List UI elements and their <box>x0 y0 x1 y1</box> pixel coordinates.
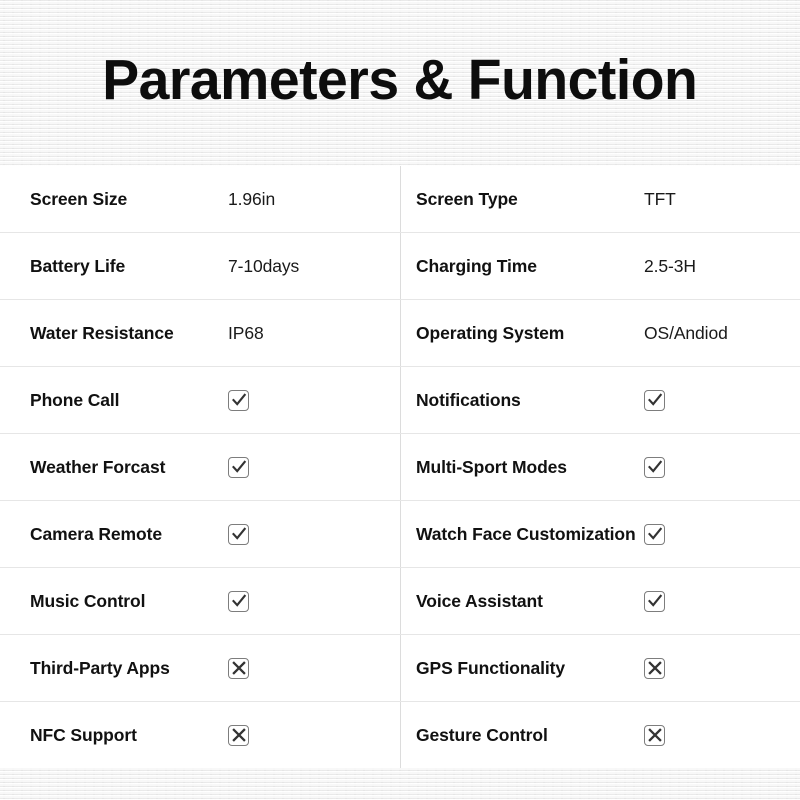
spec-label: NFC Support <box>30 724 137 745</box>
spec-label: Weather Forcast <box>30 456 166 477</box>
table-cell-right: Multi-Sport Modes <box>400 434 800 500</box>
table-cell-right: Operating System OS/Andiod <box>400 300 800 366</box>
page-header: Parameters & Function <box>0 0 800 166</box>
spec-sheet-page: Parameters & Function Screen Size 1.96in S… <box>0 0 800 800</box>
spec-value: OS/Andiod <box>644 322 728 343</box>
checkbox-checked-icon <box>228 523 249 545</box>
spec-value <box>228 657 249 679</box>
spec-label: Battery Life <box>30 255 126 276</box>
spec-label: Multi-Sport Modes <box>416 456 567 477</box>
spec-value <box>644 456 665 478</box>
table-cell-left: Weather Forcast <box>0 434 400 500</box>
spec-label: Charging Time <box>416 255 537 276</box>
checkbox-checked-icon <box>644 590 665 612</box>
spec-label: Music Control <box>30 590 146 611</box>
checkbox-checked-icon <box>644 456 665 478</box>
spec-value <box>228 389 249 411</box>
spec-label: Phone Call <box>30 389 120 410</box>
spec-value <box>644 657 665 679</box>
checkbox-checked-icon <box>228 456 249 478</box>
table-cell-right: Notifications <box>400 367 800 433</box>
table-cell-left: Screen Size 1.96in <box>0 166 400 232</box>
spec-value <box>228 724 249 746</box>
table-cell-right: Watch Face Customization <box>400 501 800 567</box>
spec-label: Camera Remote <box>30 523 162 544</box>
checkbox-crossed-icon <box>644 657 665 679</box>
table-cell-right: Voice Assistant <box>400 568 800 634</box>
table-row: Weather Forcast Multi-Sport Modes <box>0 434 800 501</box>
table-cell-left: Third-Party Apps <box>0 635 400 701</box>
table-row: Camera Remote Watch Face Customization <box>0 501 800 568</box>
table-row: Phone Call Notifications <box>0 367 800 434</box>
table-cell-right: Charging Time 2.5-3H <box>400 233 800 299</box>
spec-value <box>228 523 249 545</box>
table-row: NFC Support Gesture Control <box>0 702 800 768</box>
spec-value <box>228 456 249 478</box>
specifications-table: Screen Size 1.96in Screen Type TFT Battery L… <box>0 166 800 768</box>
checkbox-checked-icon <box>228 590 249 612</box>
spec-label: Voice Assistant <box>416 590 543 611</box>
spec-label: Notifications <box>416 389 521 410</box>
spec-value: 2.5-3H <box>644 255 696 276</box>
spec-value: 7-10days <box>228 255 300 276</box>
spec-value <box>644 724 665 746</box>
spec-value: TFT <box>644 188 676 209</box>
spec-value <box>228 590 249 612</box>
checkbox-crossed-icon <box>228 657 249 679</box>
spec-value: IP68 <box>228 322 264 343</box>
spec-value: 1.96in <box>228 188 276 209</box>
spec-label: Operating System <box>416 322 565 343</box>
table-cell-left: Phone Call <box>0 367 400 433</box>
table-cell-left: NFC Support <box>0 702 400 768</box>
table-cell-right: Gesture Control <box>400 702 800 768</box>
spec-value <box>644 590 665 612</box>
spec-label: Watch Face Customization <box>416 523 636 544</box>
table-cell-left: Water Resistance IP68 <box>0 300 400 366</box>
page-title: Parameters & Function <box>102 47 698 112</box>
table-cell-right: GPS Functionality <box>400 635 800 701</box>
table-cell-left: Camera Remote <box>0 501 400 567</box>
table-row: Water Resistance IP68 Operating System OS/A… <box>0 300 800 367</box>
table-cell-left: Music Control <box>0 568 400 634</box>
spec-label: Gesture Control <box>416 724 548 745</box>
spec-label: Third-Party Apps <box>30 657 170 678</box>
table-cell-left: Battery Life 7-10days <box>0 233 400 299</box>
table-row: Third-Party Apps GPS Functionality <box>0 635 800 702</box>
spec-value <box>644 523 665 545</box>
page-footer <box>0 768 800 800</box>
spec-label: Screen Size <box>30 188 128 209</box>
checkbox-crossed-icon <box>228 724 249 746</box>
spec-label: Water Resistance <box>30 322 174 343</box>
checkbox-checked-icon <box>644 389 665 411</box>
spec-value <box>644 389 665 411</box>
table-row: Screen Size 1.96in Screen Type TFT <box>0 166 800 233</box>
spec-label: Screen Type <box>416 188 518 209</box>
checkbox-crossed-icon <box>644 724 665 746</box>
table-row: Music Control Voice Assistant <box>0 568 800 635</box>
table-row: Battery Life 7-10days Charging Time 2.5-3H <box>0 233 800 300</box>
table-cell-right: Screen Type TFT <box>400 166 800 232</box>
spec-label: GPS Functionality <box>416 657 566 678</box>
checkbox-checked-icon <box>644 523 665 545</box>
checkbox-checked-icon <box>228 389 249 411</box>
